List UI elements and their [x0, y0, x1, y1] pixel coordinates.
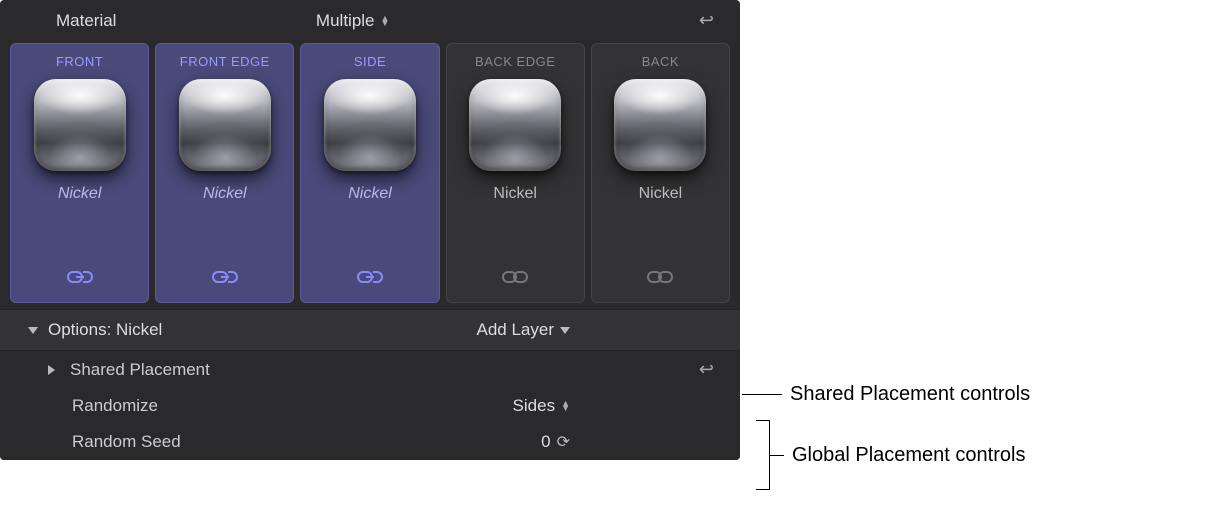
disclosure-right-icon — [48, 365, 60, 375]
reset-icon[interactable]: ↩ — [699, 359, 714, 380]
disclosure-down-icon — [28, 327, 38, 334]
random-seed-row: Random Seed 0 ⟳ — [0, 424, 740, 460]
randomize-label: Randomize — [72, 396, 158, 416]
updown-icon: ▲▼ — [561, 401, 570, 411]
material-thumbnail[interactable] — [614, 79, 706, 171]
facet-material-name: Nickel — [639, 185, 683, 203]
facet-label: FRONT — [56, 54, 103, 69]
add-layer-label: Add Layer — [477, 320, 555, 340]
facet-back-edge[interactable]: BACK EDGE Nickel — [446, 43, 585, 303]
facet-row: FRONT Nickel FRONT EDGE Nickel SIDE Nick… — [0, 39, 740, 309]
reset-icon[interactable]: ↩ — [699, 10, 714, 31]
material-thumbnail[interactable] — [179, 79, 271, 171]
chevron-down-icon — [560, 327, 570, 334]
facet-front-edge[interactable]: FRONT EDGE Nickel — [155, 43, 294, 303]
material-panel: Material Multiple ▲▼ ↩ FRONT Nickel FRON… — [0, 0, 740, 460]
options-heading-row[interactable]: Options: Nickel Add Layer — [0, 309, 740, 351]
options-heading: Options: Nickel — [48, 320, 162, 340]
facet-label: FRONT EDGE — [180, 54, 270, 69]
shared-placement-label: Shared Placement — [70, 360, 210, 380]
link-icon[interactable] — [212, 269, 238, 290]
shared-placement-row[interactable]: Shared Placement ↩ — [0, 351, 740, 388]
callout-global: Global Placement controls — [770, 444, 1025, 467]
material-preset-dropdown[interactable]: Multiple ▲▼ — [316, 11, 390, 31]
facet-label: BACK — [642, 54, 679, 69]
link-icon[interactable] — [67, 269, 93, 290]
material-preset-value: Multiple — [316, 11, 375, 31]
random-seed-label: Random Seed — [72, 432, 181, 452]
material-thumbnail[interactable] — [324, 79, 416, 171]
material-thumbnail[interactable] — [34, 79, 126, 171]
material-header: Material Multiple ▲▼ ↩ — [0, 0, 740, 39]
random-seed-value-group[interactable]: 0 ⟳ — [541, 432, 570, 452]
random-seed-value: 0 — [541, 432, 550, 452]
randomize-value: Sides — [513, 396, 556, 416]
callout-bracket — [756, 420, 770, 490]
refresh-icon[interactable]: ⟳ — [557, 432, 570, 452]
material-thumbnail[interactable] — [469, 79, 561, 171]
facet-label: SIDE — [354, 54, 386, 69]
facet-back[interactable]: BACK Nickel — [591, 43, 730, 303]
facet-label: BACK EDGE — [475, 54, 555, 69]
facet-material-name: Nickel — [203, 185, 247, 203]
randomize-dropdown[interactable]: Sides ▲▼ — [513, 396, 570, 416]
randomize-row: Randomize Sides ▲▼ — [0, 388, 740, 424]
link-icon[interactable] — [357, 269, 383, 290]
facet-side[interactable]: SIDE Nickel — [300, 43, 439, 303]
callout-shared-text: Shared Placement controls — [790, 383, 1030, 406]
callout-shared: Shared Placement controls — [742, 383, 1030, 406]
updown-icon: ▲▼ — [381, 16, 390, 26]
callout-global-text: Global Placement controls — [792, 444, 1025, 467]
material-title: Material — [56, 11, 116, 31]
unlink-icon[interactable] — [502, 269, 528, 290]
unlink-icon[interactable] — [647, 269, 673, 290]
facet-material-name: Nickel — [348, 185, 392, 203]
facet-material-name: Nickel — [58, 185, 102, 203]
facet-front[interactable]: FRONT Nickel — [10, 43, 149, 303]
facet-material-name: Nickel — [493, 185, 537, 203]
add-layer-dropdown[interactable]: Add Layer — [477, 320, 571, 340]
